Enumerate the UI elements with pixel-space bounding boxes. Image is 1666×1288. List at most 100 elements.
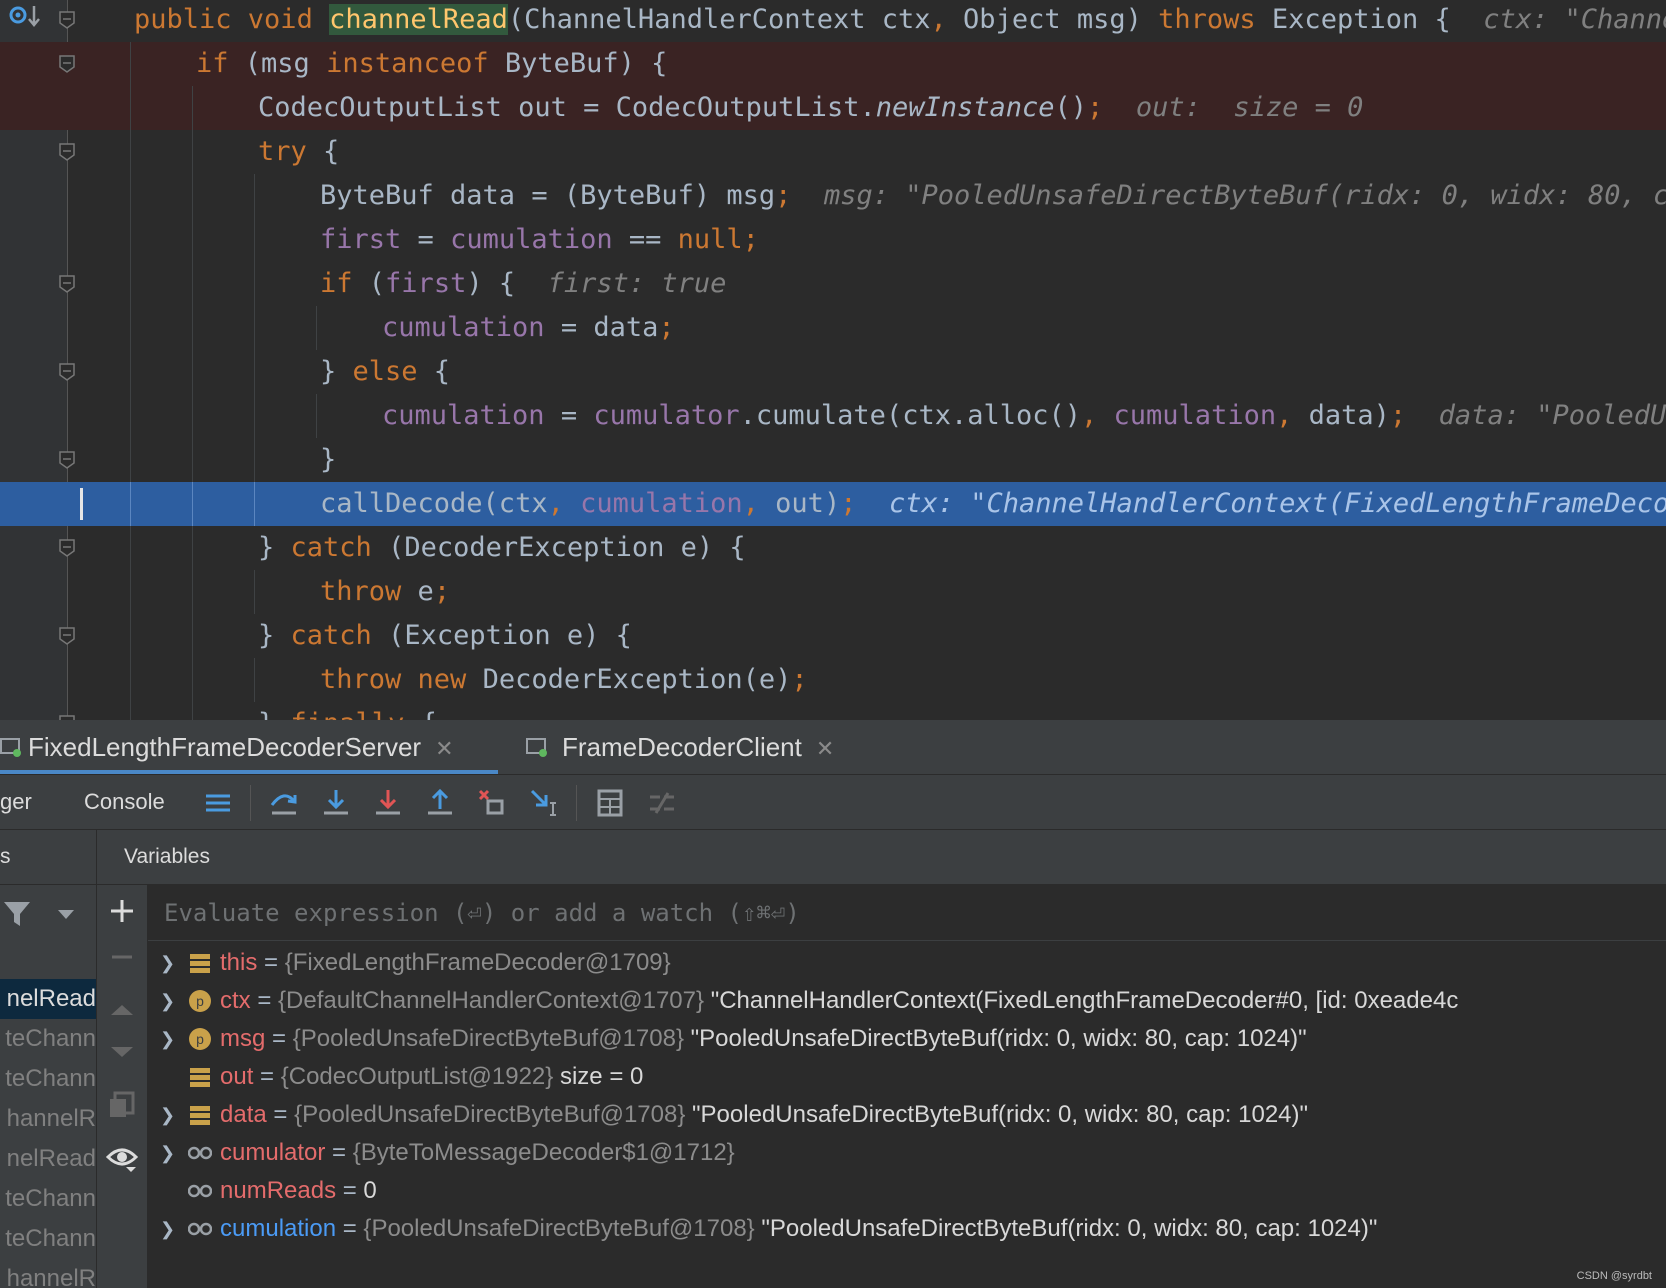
expand-arrow-icon[interactable]: ❯ (160, 1133, 175, 1173)
code-line[interactable]: cumulation = cumulator.cumulate(ctx.allo… (0, 394, 1666, 438)
variable-row[interactable]: ❯ cumulator = {ByteToMessageDecoder$1@171… (148, 1133, 1666, 1173)
variable-row[interactable]: out = {CodecOutputList@1922} size = 0 (148, 1057, 1666, 1097)
variable-row[interactable]: ❯ data = {PooledUnsafeDirectByteBuf@1708}… (148, 1095, 1666, 1135)
filter-icon[interactable] (2, 898, 32, 928)
code-text: cumulation = data; (382, 306, 675, 350)
code-line[interactable]: ByteBuf data = (ByteBuf) msg; msg: "Pool… (0, 174, 1666, 218)
variable-name: ctx (220, 987, 251, 1014)
code-token: (DecoderException e) { (388, 532, 746, 563)
copy-icon[interactable] (106, 1089, 138, 1121)
equals-sign: = (336, 1177, 364, 1204)
code-line[interactable]: try { (0, 130, 1666, 174)
code-token: ; (791, 664, 808, 695)
divider (0, 884, 96, 885)
add-watch-icon[interactable] (106, 895, 138, 927)
code-line[interactable]: throw new DecoderException(e); (0, 658, 1666, 702)
current-execution-line[interactable]: callDecode(ctx, cumulation, out); ctx: "… (0, 482, 1666, 526)
equals-sign: = (266, 1101, 295, 1128)
code-text: if (first) { first: true (320, 262, 726, 306)
code-line[interactable]: } else { (0, 350, 1666, 394)
code-line[interactable]: throw e; (0, 570, 1666, 614)
code-token: ; (1087, 92, 1136, 123)
fold-toggle-icon[interactable] (58, 55, 76, 73)
frame-item[interactable]: hannelR (0, 1099, 96, 1139)
code-line[interactable]: if (first) { first: true (0, 262, 1666, 306)
code-line[interactable]: public void channelRead(ChannelHandlerCo… (0, 0, 1666, 42)
code-editor[interactable]: public void channelRead(ChannelHandlerCo… (0, 0, 1666, 720)
code-text: public void channelRead(ChannelHandlerCo… (134, 0, 1666, 42)
move-up-icon[interactable] (106, 993, 138, 1025)
show-execution-point-icon[interactable] (202, 787, 234, 819)
step-out-icon[interactable] (424, 787, 456, 819)
close-icon[interactable]: ✕ (816, 736, 834, 761)
chevron-down-icon[interactable] (56, 908, 76, 922)
indent-guide (192, 438, 193, 482)
fold-toggle-icon[interactable] (58, 275, 76, 293)
fold-toggle-icon[interactable] (58, 627, 76, 645)
variable-row[interactable]: ❯ p ctx = {DefaultChannelHandlerContext@17… (148, 981, 1666, 1021)
code-text: if (msg instanceof ByteBuf) { (196, 42, 667, 86)
fold-toggle-icon[interactable] (58, 11, 76, 29)
svg-text:p: p (196, 1031, 204, 1047)
frame-item[interactable]: nelRead (0, 979, 96, 1019)
evaluate-expression-icon[interactable] (594, 787, 626, 819)
frame-item[interactable]: teChann (0, 1019, 96, 1059)
expand-arrow-icon[interactable]: ❯ (160, 1209, 175, 1249)
session-tab-server[interactable]: FixedLengthFrameDecoderServer ✕ (0, 720, 454, 774)
variable-type: {ByteToMessageDecoder$1@1712} (352, 1139, 735, 1166)
move-down-icon[interactable] (106, 1037, 138, 1069)
breakpoint-line[interactable]: if (msg instanceof ByteBuf) { (0, 42, 1666, 86)
eye-icon[interactable] (106, 1141, 138, 1173)
tab-debugger[interactable]: ger (0, 775, 32, 829)
variable-row[interactable]: ❯ cumulation = {PooledUnsafeDirectByteBuf… (148, 1209, 1666, 1249)
expand-arrow-icon[interactable]: ❯ (160, 1019, 175, 1059)
step-over-icon[interactable] (268, 787, 300, 819)
variable-text: cumulation = {PooledUnsafeDirectByteBuf@… (220, 1209, 1377, 1249)
remove-watch-icon[interactable] (106, 941, 138, 973)
code-line[interactable]: } catch (DecoderException e) { (0, 526, 1666, 570)
variable-row[interactable]: ❯ this = {FixedLengthFrameDecoder@1709} (148, 943, 1666, 983)
variable-row[interactable]: numReads = 0 (148, 1171, 1666, 1211)
breakpoint-line[interactable]: CodecOutputList out = CodecOutputList.ne… (0, 86, 1666, 130)
trace-icon[interactable] (646, 787, 678, 819)
code-line[interactable]: } (0, 438, 1666, 482)
indent-guide (192, 306, 193, 350)
code-token: ; (433, 576, 451, 607)
session-tab-client[interactable]: FrameDecoderClient ✕ (526, 720, 834, 774)
run-to-cursor-icon[interactable] (528, 787, 560, 819)
code-line[interactable]: } finally { (0, 702, 1666, 720)
indent-guide (254, 482, 255, 526)
step-into-icon[interactable] (320, 787, 352, 819)
field-icon (190, 954, 210, 973)
run-config-icon (0, 738, 21, 757)
force-step-into-icon[interactable] (372, 787, 404, 819)
fold-toggle-icon[interactable] (58, 451, 76, 469)
frame-item[interactable]: teChann (0, 1219, 96, 1259)
code-token: else (352, 356, 434, 387)
fold-toggle-icon[interactable] (58, 143, 76, 161)
indent-guide (130, 86, 131, 130)
variable-row[interactable]: ❯ p msg = {PooledUnsafeDirectByteBuf@1708}… (148, 1019, 1666, 1059)
variable-value: size = 0 (553, 1063, 644, 1090)
code-line[interactable]: cumulation = data; (0, 306, 1666, 350)
code-line[interactable]: } catch (Exception e) { (0, 614, 1666, 658)
evaluate-expression-input[interactable] (148, 885, 1666, 941)
drop-frame-icon[interactable] (476, 787, 508, 819)
expand-arrow-icon[interactable]: ❯ (160, 981, 175, 1021)
code-text: } catch (Exception e) { (258, 614, 632, 658)
code-token: throw (320, 576, 418, 607)
close-icon[interactable]: ✕ (435, 736, 453, 761)
fold-toggle-icon[interactable] (58, 363, 76, 381)
expand-arrow-icon[interactable]: ❯ (160, 1095, 175, 1135)
tab-console[interactable]: Console (84, 775, 165, 829)
fold-toggle-icon[interactable] (58, 539, 76, 557)
debug-toolbar: ger Console (0, 775, 1666, 830)
variable-type: {PooledUnsafeDirectByteBuf@1708} (363, 1215, 755, 1242)
frame-item[interactable]: hannelR (0, 1259, 96, 1288)
expand-arrow-icon[interactable]: ❯ (160, 943, 175, 983)
frame-item[interactable]: nelRead (0, 1139, 96, 1179)
frame-item[interactable]: teChann (0, 1179, 96, 1219)
indent-guide (192, 86, 193, 130)
code-line[interactable]: first = cumulation == null; (0, 218, 1666, 262)
frame-item[interactable]: teChann (0, 1059, 96, 1099)
